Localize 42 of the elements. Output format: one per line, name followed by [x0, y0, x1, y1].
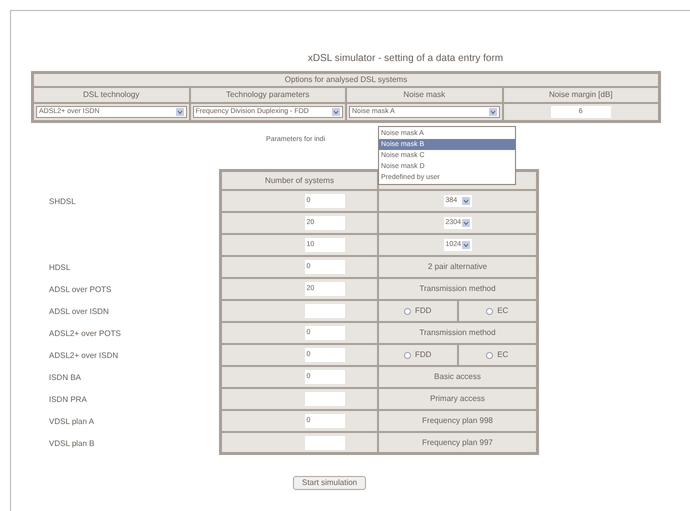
radio-label: FDD — [415, 349, 432, 361]
row-label: ADSL2+ over ISDN — [49, 350, 118, 362]
row-label: VDSL plan B — [49, 438, 95, 450]
parameter-cell: 2 pair alternative — [379, 257, 539, 279]
row-label: VDSL plan A — [49, 416, 94, 428]
row-label: ISDN PRA — [49, 394, 87, 406]
radio-button[interactable] — [486, 308, 494, 314]
parameter-cell: Transmission method — [379, 323, 539, 345]
radio-button[interactable] — [404, 352, 412, 358]
radio-label: EC — [497, 349, 508, 361]
row-label: ADSL over POTS — [49, 284, 112, 296]
count-input[interactable] — [304, 392, 344, 406]
row-label: SHDSL — [49, 196, 76, 208]
caret-icon — [332, 108, 340, 116]
row-label: HDSL — [49, 262, 70, 274]
row-label: ADSL over ISDN — [49, 306, 109, 318]
count-input[interactable] — [304, 436, 344, 450]
row-label: ADSL2+ over POTS — [49, 328, 121, 340]
parameter-cell: Frequency plan 997 — [379, 433, 539, 455]
count-input[interactable] — [304, 304, 344, 318]
column-header: Technology parameters — [190, 88, 345, 102]
parameter-cell: Transmission method — [379, 279, 539, 301]
column-header: Noise mask — [347, 88, 502, 102]
caret-icon — [462, 219, 470, 227]
radio-label: FDD — [415, 305, 432, 317]
radio-label: EC — [497, 305, 508, 317]
parameter-cell: Basic access — [379, 367, 539, 389]
column-header: Noise margin [dB] — [504, 88, 658, 102]
radio-button[interactable] — [486, 352, 494, 358]
parameter-cell: Primary access — [379, 389, 539, 411]
caret-icon — [462, 197, 470, 205]
start-button[interactable]: Start simulation — [293, 476, 366, 490]
column-header: Number of systems — [219, 169, 379, 191]
caret-icon — [462, 241, 470, 249]
radio-button[interactable] — [404, 308, 412, 314]
table-caption: Options for analysed DSL systems — [34, 74, 658, 86]
page-title: xDSL simulator - setting of a data entry form — [306, 52, 504, 66]
parameter-cell: Frequency plan 998 — [379, 411, 539, 433]
caret-icon — [488, 108, 496, 116]
row-label: ISDN BA — [49, 372, 82, 384]
caret-icon — [176, 108, 184, 116]
column-header: DSL technology — [34, 88, 188, 102]
